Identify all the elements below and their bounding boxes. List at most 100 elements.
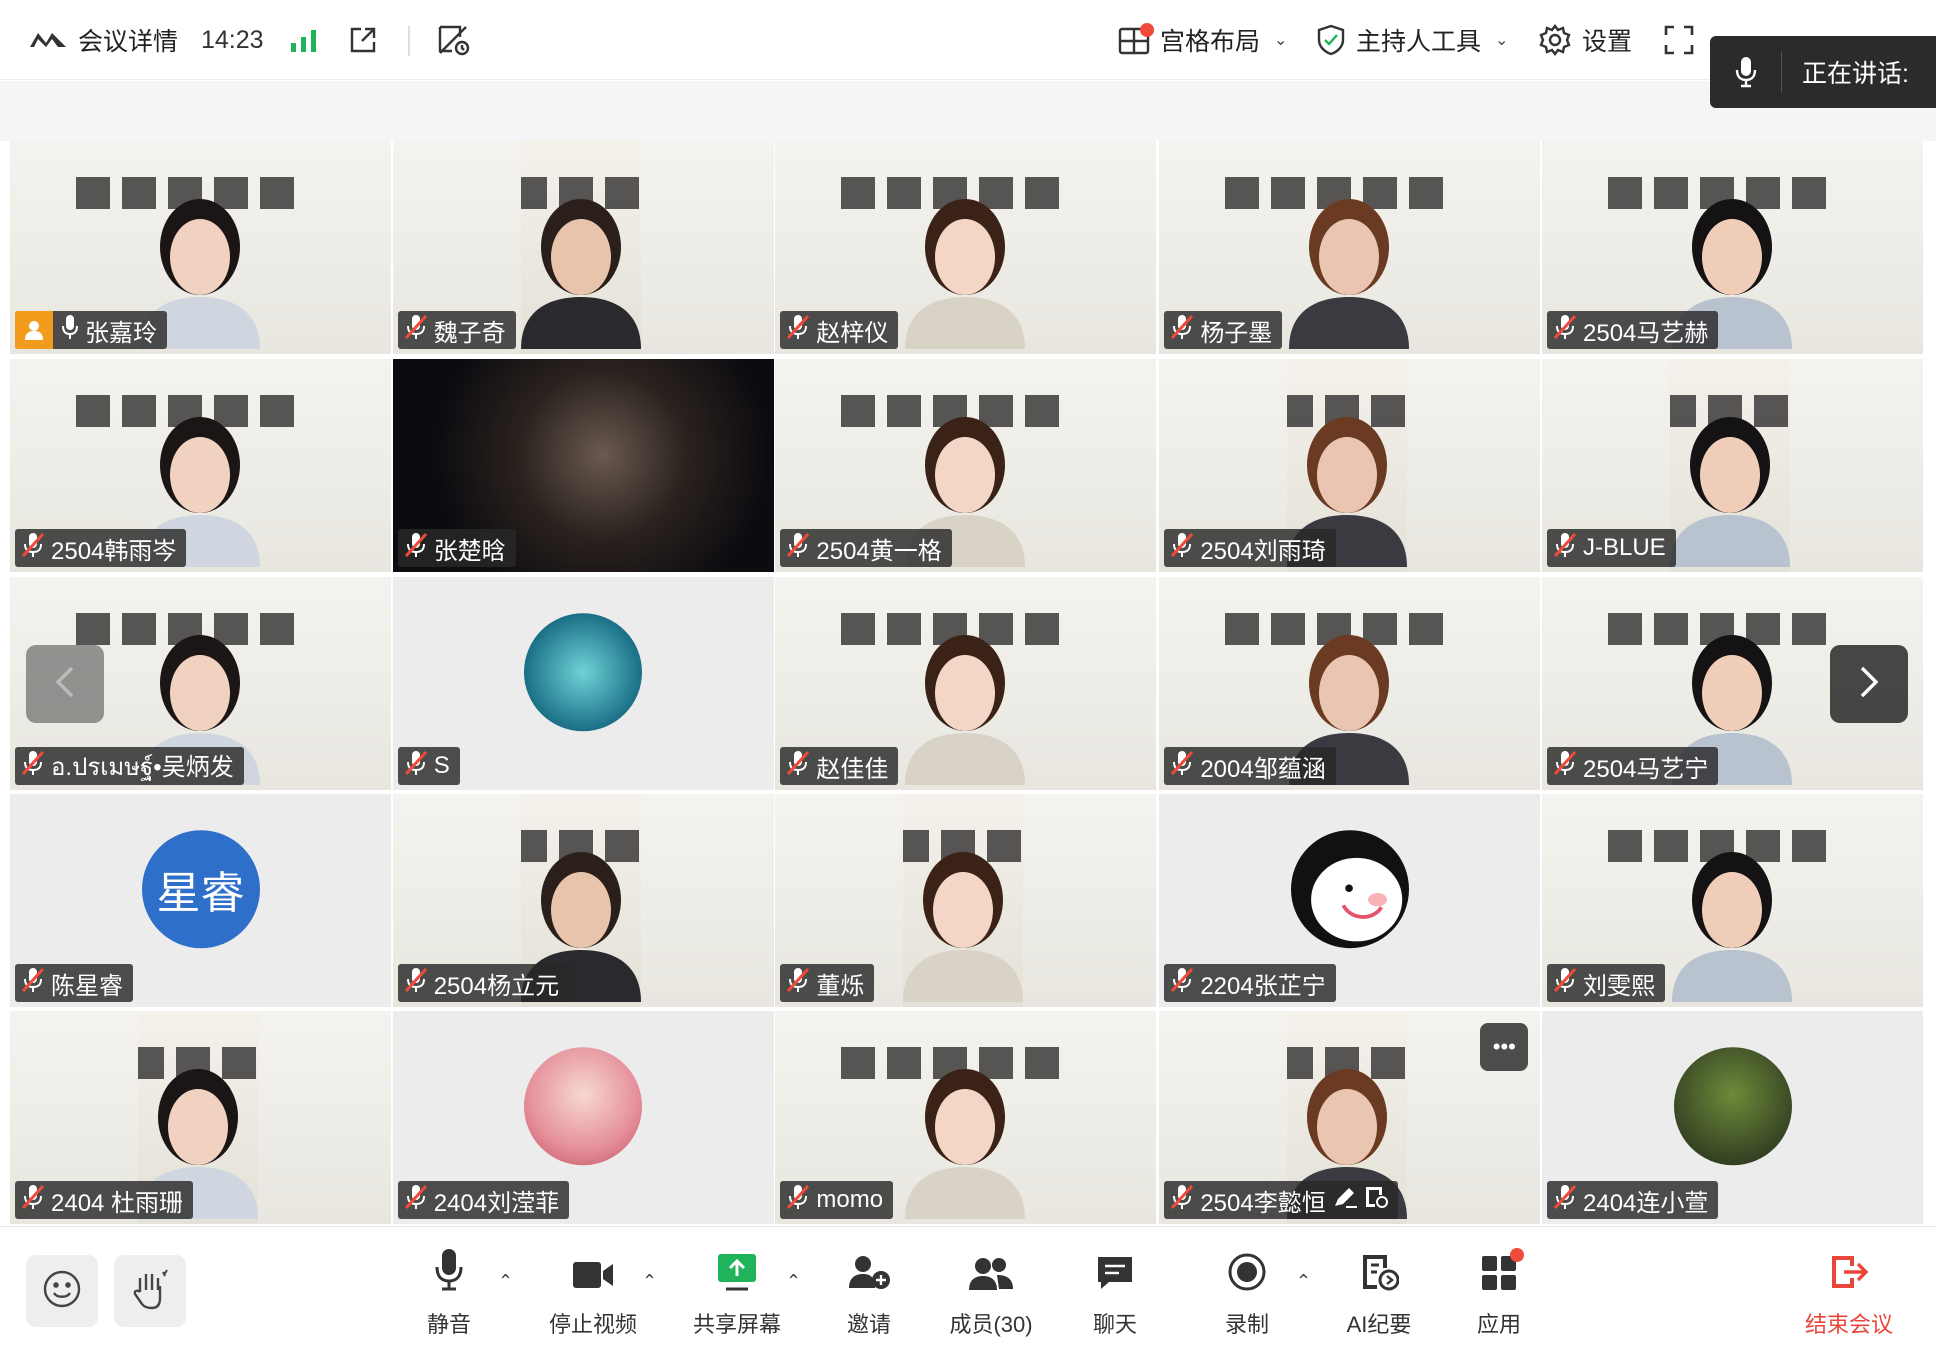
muted-microphone-icon — [1553, 532, 1577, 565]
microphone-icon — [434, 1248, 464, 1297]
muted-microphone-icon — [21, 1184, 45, 1217]
microphone-icon — [61, 314, 79, 347]
participant-name: 张嘉玲 — [85, 319, 157, 347]
raise-hand-icon — [130, 1268, 170, 1315]
edit-notes-icon[interactable] — [436, 0, 472, 80]
participant-video — [895, 1039, 1035, 1224]
video-options-chevron-icon[interactable]: ⌃ — [642, 1271, 657, 1292]
participant-tile[interactable]: momo — [775, 1011, 1157, 1225]
mute-options-chevron-icon[interactable]: ⌃ — [498, 1271, 513, 1292]
participant-tile[interactable]: 魏子奇 — [392, 141, 774, 354]
members-button[interactable]: 成员(30) — [926, 1251, 1056, 1339]
participant-tile[interactable]: 赵梓仪 — [775, 141, 1157, 354]
muted-microphone-icon — [1553, 314, 1577, 347]
participant-name: 陈星睿 — [51, 972, 123, 1000]
participant-tile[interactable]: 2504刘雨琦 — [1159, 359, 1541, 573]
next-page-button[interactable] — [1830, 645, 1908, 723]
muted-microphone-icon — [786, 532, 810, 565]
participant-tile[interactable]: 2004邹蕴涵 — [1159, 577, 1541, 791]
apps-label: 应用 — [1476, 1312, 1521, 1337]
reaction-button[interactable] — [26, 1255, 98, 1327]
muted-microphone-icon — [786, 1184, 810, 1217]
chat-label: 聊天 — [1092, 1312, 1137, 1337]
chat-button[interactable]: 聊天 — [1050, 1251, 1180, 1339]
gear-icon — [1538, 23, 1572, 57]
participant-name-label: 陈星睿 — [15, 964, 133, 1003]
record-options-chevron-icon[interactable]: ⌃ — [1296, 1271, 1311, 1292]
fullscreen-icon[interactable] — [1664, 0, 1694, 80]
participant-name: 2404 杜雨珊 — [51, 1189, 184, 1217]
muted-microphone-icon — [1170, 532, 1194, 565]
participant-name-label: 2504杨立元 — [397, 964, 570, 1003]
participant-name-label: 2504马艺赫 — [1547, 311, 1719, 349]
participant-name: S — [433, 752, 450, 780]
participant-name: 2504杨立元 — [433, 972, 560, 1000]
invite-button[interactable]: 邀请 — [804, 1251, 934, 1339]
share-screen-button[interactable]: 共享屏幕 — [672, 1251, 802, 1339]
host-tools-label: 主持人工具 — [1356, 28, 1482, 56]
participant-tile[interactable]: 2404连小萱 — [1542, 1011, 1923, 1225]
apps-button[interactable]: 应用 — [1434, 1248, 1564, 1339]
participant-name: 2504马艺赫 — [1583, 319, 1709, 347]
participant-tile[interactable]: 张楚晗 — [392, 359, 774, 573]
end-meeting-button[interactable]: 结束会议 — [1784, 1251, 1914, 1339]
cartoon-face-icon — [1293, 832, 1406, 945]
popout-window-icon[interactable] — [348, 0, 378, 80]
participant-tile[interactable]: 2504马艺赫 — [1542, 141, 1923, 354]
participant-tile[interactable]: 赵佳佳 — [775, 577, 1157, 791]
participant-tile[interactable]: 星睿 陈星睿 — [10, 794, 391, 1008]
users-icon — [967, 1256, 1015, 1297]
participant-tile[interactable]: 2504李懿恒 ••• — [1159, 1011, 1541, 1225]
participant-tile[interactable]: J-BLUE — [1542, 359, 1923, 573]
more-options-button[interactable]: ••• — [1480, 1023, 1529, 1072]
participant-tile[interactable]: 2204张芷宁 — [1159, 794, 1541, 1008]
participant-tile[interactable]: 2504黄一格 — [775, 359, 1157, 573]
record-button[interactable]: 录制 — [1182, 1251, 1312, 1339]
muted-microphone-icon — [786, 314, 810, 347]
settings-label: 设置 — [1582, 28, 1633, 56]
chevron-down-icon: ⌄ — [1495, 32, 1509, 49]
meeting-details-link[interactable]: 会议详情 — [78, 0, 178, 80]
mute-button[interactable]: 静音 — [384, 1248, 514, 1339]
participant-name: 2504黄一格 — [816, 537, 942, 565]
participant-name-label: 张嘉玲 — [15, 311, 167, 349]
participant-tile[interactable]: 杨子墨 — [1159, 141, 1541, 354]
participant-tile[interactable]: 2404 杜雨珊 — [10, 1011, 391, 1225]
raise-hand-button[interactable] — [114, 1255, 186, 1327]
share-options-chevron-icon[interactable]: ⌃ — [786, 1271, 801, 1292]
participant-name: 2404连小萱 — [1583, 1189, 1709, 1217]
participant-name-label: อ.ปรเมษฐ์•吴炳发 — [15, 747, 244, 786]
participant-avatar — [1673, 1046, 1792, 1165]
host-tools-button[interactable]: 主持人工具 ⌄ — [1316, 0, 1508, 80]
muted-microphone-icon — [21, 967, 45, 1000]
participant-tile[interactable]: 刘雯熙 — [1542, 794, 1923, 1008]
participant-name-label: 2504李懿恒 — [1164, 1181, 1398, 1220]
stop-video-label: 停止视频 — [548, 1312, 637, 1337]
participant-tile[interactable]: 董烁 — [775, 794, 1157, 1008]
participant-name-label: 2004邹蕴涵 — [1164, 747, 1336, 786]
participant-avatar — [524, 612, 643, 731]
participant-tile[interactable]: 2404刘滢菲 — [392, 1011, 774, 1225]
stop-video-button[interactable]: 停止视频 — [528, 1251, 658, 1339]
signal-strength-icon[interactable] — [290, 0, 318, 80]
notification-dot — [1140, 23, 1154, 37]
participant-tile[interactable]: S — [392, 577, 774, 791]
participant-name: 赵佳佳 — [816, 755, 889, 783]
previous-page-button[interactable] — [26, 645, 104, 723]
bottom-toolbar: 静音 ⌃ 停止视频 ⌃ 共享屏幕 ⌃ 邀请 成员(30) 聊天 录制 ⌃ AI纪… — [0, 1226, 1936, 1352]
muted-microphone-icon — [1553, 967, 1577, 1000]
participant-tile[interactable]: 张嘉玲 — [10, 141, 391, 354]
ai-notes-button[interactable]: AI纪要 — [1314, 1251, 1444, 1339]
participant-video — [520, 169, 641, 354]
participant-tile[interactable]: 2504杨立元 — [392, 794, 774, 1008]
participant-tile[interactable]: 2504韩雨岑 — [10, 359, 391, 573]
participant-name-label: 2504黄一格 — [780, 529, 952, 568]
participant-video — [1279, 169, 1419, 354]
grid-layout-button[interactable]: 宫格布局 ⌄ — [1118, 0, 1287, 80]
participant-video — [895, 605, 1035, 790]
muted-microphone-icon — [21, 532, 45, 565]
settings-button[interactable]: 设置 — [1538, 0, 1632, 80]
apps-icon — [1480, 1248, 1524, 1297]
end-meeting-label: 结束会议 — [1804, 1312, 1893, 1337]
participant-name-label: momo — [780, 1181, 894, 1220]
